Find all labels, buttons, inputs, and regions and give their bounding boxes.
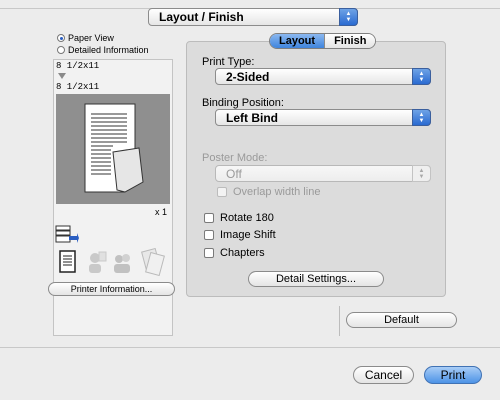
- checkbox-icon: [204, 230, 214, 240]
- arrow-down-icon: [58, 73, 66, 79]
- print-type-select[interactable]: 2-Sided ▲ ▼: [215, 68, 431, 85]
- poster-mode-select[interactable]: Off ▲ ▼: [215, 165, 431, 182]
- tab-bar: Layout Finish: [269, 33, 377, 49]
- image-shift-label: Image Shift: [220, 229, 276, 241]
- vertical-divider: [339, 306, 340, 336]
- bottom-divider: [0, 347, 500, 348]
- group-icon: [112, 250, 132, 274]
- print-label: Print: [440, 368, 466, 382]
- secure-document-icon: [140, 247, 166, 277]
- image-shift-checkbox[interactable]: Image Shift: [204, 229, 276, 241]
- chapters-checkbox[interactable]: Chapters: [204, 247, 265, 259]
- checkbox-icon: [217, 187, 227, 197]
- tab-layout[interactable]: Layout: [270, 34, 325, 48]
- paper-view-label: Paper View: [68, 33, 114, 43]
- overlap-width-checkbox[interactable]: Overlap width line: [217, 186, 320, 198]
- chevron-updown-icon: ▲ ▼: [412, 165, 431, 182]
- default-button[interactable]: Default: [346, 312, 457, 328]
- cancel-button[interactable]: Cancel: [353, 366, 414, 384]
- poster-mode-label: Poster Mode:: [202, 152, 268, 164]
- checkbox-icon: [204, 248, 214, 258]
- detail-settings-button[interactable]: Detail Settings...: [248, 271, 384, 287]
- chevron-updown-icon: ▲ ▼: [412, 109, 431, 126]
- paper-size-out: 8 1/2x11: [56, 82, 100, 92]
- binding-position-value: Left Bind: [226, 110, 278, 125]
- detailed-info-radio[interactable]: Detailed Information: [57, 45, 149, 55]
- checkbox-icon: [204, 213, 214, 223]
- document-icon: [58, 250, 78, 274]
- page-preview: [77, 102, 147, 194]
- binding-position-select[interactable]: Left Bind ▲ ▼: [215, 109, 431, 126]
- chevron-updown-icon: ▲ ▼: [412, 68, 431, 85]
- chapters-label: Chapters: [220, 247, 265, 259]
- paper-tray-icon: [55, 224, 79, 244]
- copies-count: x 1: [155, 207, 168, 217]
- print-button[interactable]: Print: [424, 366, 482, 384]
- print-type-label: Print Type:: [202, 56, 255, 68]
- duplex-page-icon: [84, 103, 144, 193]
- detail-settings-label: Detail Settings...: [275, 273, 357, 285]
- poster-mode-value: Off: [226, 166, 242, 181]
- paper-size-in: 8 1/2x11: [56, 61, 100, 71]
- panel-select[interactable]: Layout / Finish ▲ ▼: [148, 8, 358, 26]
- rotate-180-checkbox[interactable]: Rotate 180: [204, 212, 274, 224]
- printer-info-label: Printer Information...: [70, 284, 153, 294]
- panel-select-label: Layout / Finish: [159, 10, 244, 24]
- tab-finish[interactable]: Finish: [324, 34, 376, 48]
- default-label: Default: [384, 314, 419, 326]
- detailed-info-label: Detailed Information: [68, 45, 149, 55]
- paper-view-radio[interactable]: Paper View: [57, 33, 114, 43]
- chevron-updown-icon: ▲ ▼: [339, 8, 358, 26]
- user-icon: [87, 250, 107, 274]
- binding-position-label: Binding Position:: [202, 97, 284, 109]
- printer-info-button[interactable]: Printer Information...: [48, 282, 175, 296]
- overlap-width-label: Overlap width line: [233, 186, 321, 198]
- rotate-180-label: Rotate 180: [220, 212, 274, 224]
- radio-selected-icon: [57, 34, 65, 42]
- print-type-value: 2-Sided: [226, 69, 270, 84]
- cancel-label: Cancel: [364, 368, 403, 382]
- radio-unselected-icon: [57, 46, 65, 54]
